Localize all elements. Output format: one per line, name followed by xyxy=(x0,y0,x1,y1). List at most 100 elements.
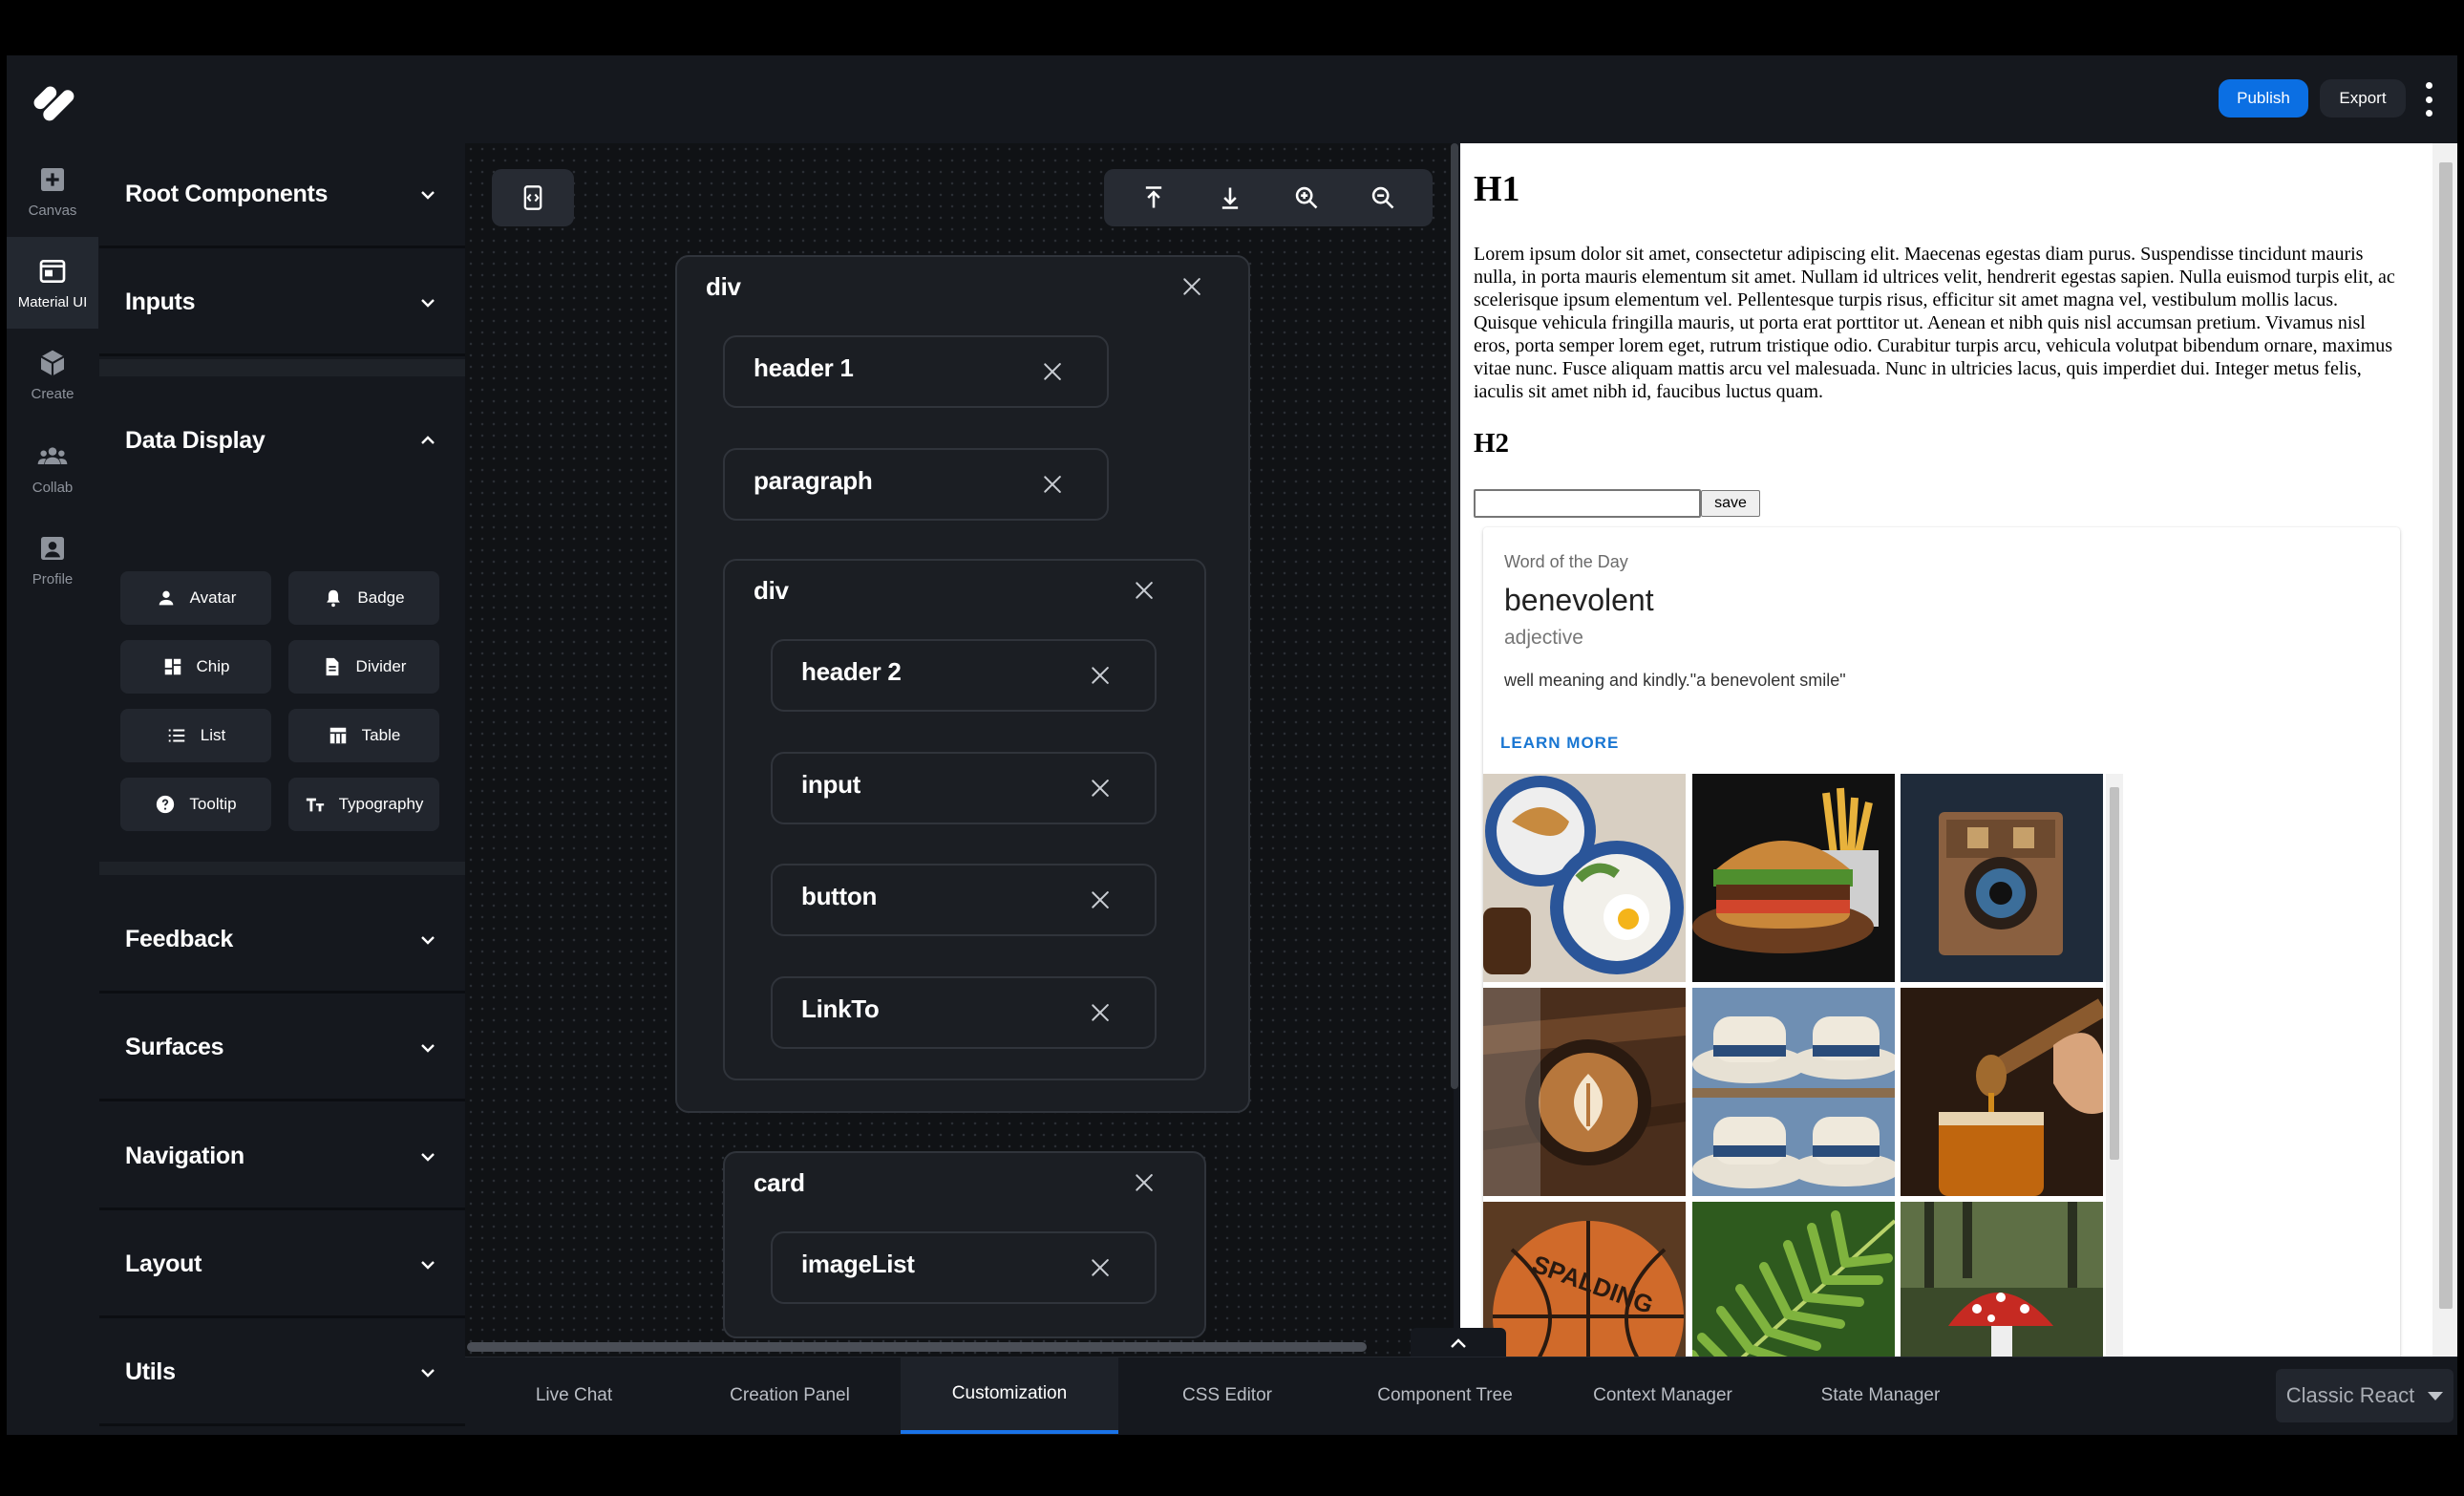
publish-button[interactable]: Publish xyxy=(2219,79,2308,118)
list-icon xyxy=(168,729,185,742)
section-navigation[interactable]: Navigation xyxy=(99,1105,465,1210)
preview-save-button[interactable]: save xyxy=(1701,490,1760,517)
code-view-icon[interactable] xyxy=(516,181,550,215)
collapse-panel-button[interactable] xyxy=(1411,1328,1506,1358)
cube-icon xyxy=(40,350,65,375)
image-burger[interactable] xyxy=(1692,774,1895,982)
component-divider-button[interactable]: Divider xyxy=(288,640,439,694)
chevron-down-icon xyxy=(421,190,435,200)
image-camera[interactable] xyxy=(1901,774,2103,982)
tree-node-imagelist[interactable]: imageList xyxy=(771,1231,1157,1304)
component-typography-button[interactable]: Typography xyxy=(288,778,439,831)
image-hats[interactable] xyxy=(1692,988,1895,1196)
components-panel: Root Components Inputs Data Display Avat… xyxy=(99,143,465,1435)
tree-node-card[interactable]: card imageList xyxy=(723,1151,1206,1338)
export-button[interactable]: Export xyxy=(2320,79,2406,118)
image-coffee[interactable] xyxy=(1483,988,1686,1196)
person-icon xyxy=(159,590,173,606)
section-divider xyxy=(99,359,465,376)
image-list-scrollbar[interactable] xyxy=(2106,774,2123,1357)
section-layout[interactable]: Layout xyxy=(99,1213,465,1318)
canvas-horizontal-scrollbar[interactable] xyxy=(467,1342,1367,1352)
tree-node-button[interactable]: button xyxy=(771,864,1157,936)
canvas-area[interactable]: div header 1 paragraph div header 2 inpu… xyxy=(465,143,1454,1357)
node-label: paragraph xyxy=(754,466,873,495)
bell-icon xyxy=(327,589,341,608)
section-inputs[interactable]: Inputs xyxy=(99,251,465,356)
tab-state-manager[interactable]: State Manager xyxy=(1772,1357,1989,1434)
panel-resize-handle[interactable] xyxy=(1451,143,1458,1089)
document-icon xyxy=(326,657,338,676)
component-avatar-button[interactable]: Avatar xyxy=(120,571,271,625)
app-window: Publish Export Canvas Material UI Create… xyxy=(7,55,2457,1435)
tree-node-header-1[interactable]: header 1 xyxy=(723,335,1109,408)
chevron-down-icon xyxy=(421,1152,435,1162)
move-to-bottom-icon[interactable] xyxy=(1213,181,1247,215)
learn-more-link[interactable]: LEARN MORE xyxy=(1500,734,1619,753)
component-chip-button[interactable]: Chip xyxy=(120,640,271,694)
node-label: header 2 xyxy=(801,657,902,686)
close-icon[interactable] xyxy=(1181,276,1202,297)
section-utils[interactable]: Utils xyxy=(99,1321,465,1426)
close-icon[interactable] xyxy=(1042,361,1063,382)
rail-label: Canvas xyxy=(28,202,77,219)
tree-node-div-inner[interactable]: div header 2 input button LinkTo xyxy=(723,559,1206,1080)
close-icon[interactable] xyxy=(1090,1002,1111,1023)
more-options-icon[interactable] xyxy=(2421,82,2436,117)
app-logo-icon[interactable] xyxy=(26,73,83,130)
rail-item-collab[interactable]: Collab xyxy=(7,422,98,514)
section-title: Inputs xyxy=(125,289,196,315)
tab-css-editor[interactable]: CSS Editor xyxy=(1118,1357,1336,1434)
component-table-button[interactable]: Table xyxy=(288,709,439,762)
component-badge-button[interactable]: Badge xyxy=(288,571,439,625)
framework-value: Classic React xyxy=(2285,1383,2415,1407)
zoom-out-icon[interactable] xyxy=(1366,181,1400,215)
tree-node-input[interactable]: input xyxy=(771,752,1157,824)
zoom-in-icon[interactable] xyxy=(1289,181,1324,215)
image-breakfast[interactable] xyxy=(1483,774,1686,982)
dashboard-icon xyxy=(164,658,181,675)
close-icon[interactable] xyxy=(1090,778,1111,799)
tree-node-header-2[interactable]: header 2 xyxy=(771,639,1157,712)
chevron-down-icon xyxy=(421,935,435,945)
chevron-down-icon xyxy=(421,1368,435,1378)
tab-customization[interactable]: Customization xyxy=(901,1357,1118,1434)
plus-square-icon xyxy=(41,167,64,191)
rail-item-profile[interactable]: Profile xyxy=(7,514,98,606)
tree-node-linkto[interactable]: LinkTo xyxy=(771,976,1157,1049)
preview-heading-2: H2 xyxy=(1474,428,1510,459)
rail-label: Material UI xyxy=(17,293,88,310)
move-to-top-icon[interactable] xyxy=(1136,181,1171,215)
image-mushroom[interactable] xyxy=(1901,1202,2103,1357)
section-data-display[interactable]: Data Display xyxy=(99,376,465,504)
component-tooltip-button[interactable]: Tooltip xyxy=(120,778,271,831)
close-icon[interactable] xyxy=(1090,665,1111,686)
tab-live-chat[interactable]: Live Chat xyxy=(467,1357,681,1434)
component-list-button[interactable]: List xyxy=(120,709,271,762)
image-basketball[interactable]: SPALDING xyxy=(1483,1202,1686,1357)
image-fern[interactable] xyxy=(1692,1202,1895,1357)
preview-text-input[interactable] xyxy=(1474,489,1701,518)
tree-node-paragraph[interactable]: paragraph xyxy=(723,448,1109,521)
close-icon[interactable] xyxy=(1134,1172,1155,1193)
image-honey[interactable] xyxy=(1901,988,2103,1196)
tab-context-manager[interactable]: Context Manager xyxy=(1554,1357,1772,1434)
section-surfaces[interactable]: Surfaces xyxy=(99,996,465,1101)
dropdown-arrow-icon xyxy=(2428,1391,2444,1400)
preview-scrollbar[interactable] xyxy=(2432,143,2457,1357)
close-icon[interactable] xyxy=(1090,889,1111,910)
tab-component-tree[interactable]: Component Tree xyxy=(1336,1357,1554,1434)
tree-node-div[interactable]: div header 1 paragraph div header 2 inpu… xyxy=(675,255,1250,1113)
tab-creation-panel[interactable]: Creation Panel xyxy=(681,1357,899,1434)
framework-select[interactable]: Classic React xyxy=(2276,1369,2453,1422)
close-icon[interactable] xyxy=(1090,1257,1111,1278)
section-feedback[interactable]: Feedback xyxy=(99,888,465,994)
section-root-components[interactable]: Root Components xyxy=(99,143,465,248)
rail-item-canvas[interactable]: Canvas xyxy=(7,145,98,237)
rail-item-material-ui[interactable]: Material UI xyxy=(7,237,98,329)
close-icon[interactable] xyxy=(1134,580,1155,601)
card-word: benevolent xyxy=(1504,583,1654,617)
close-icon[interactable] xyxy=(1042,474,1063,495)
chevron-down-icon xyxy=(421,298,435,308)
rail-item-create[interactable]: Create xyxy=(7,329,98,420)
